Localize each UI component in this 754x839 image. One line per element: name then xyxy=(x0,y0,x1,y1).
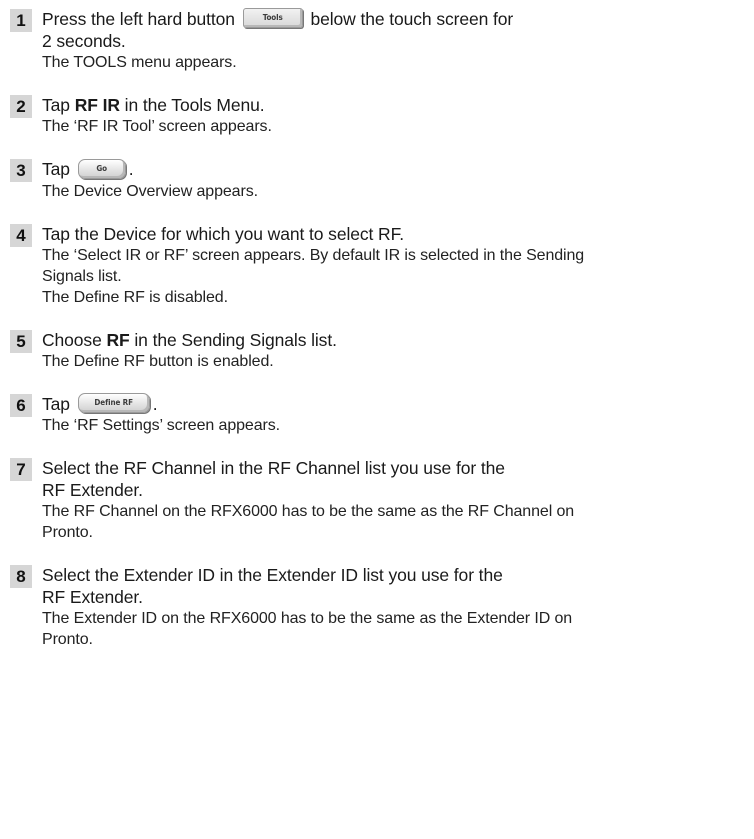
step-5: 5 Choose RF in the Sending Signals list.… xyxy=(10,329,750,372)
instruction-text: 2 seconds. xyxy=(42,31,126,52)
step-2: 2 Tap RF IR in the Tools Menu. The ‘RF I… xyxy=(10,94,750,137)
instruction-text: . xyxy=(128,159,134,180)
step-number: 3 xyxy=(10,159,32,183)
step-result: The ‘Select IR or RF’ screen appears. By… xyxy=(42,245,750,308)
step-instruction: Tap RF IR in the Tools Menu. xyxy=(42,94,750,116)
step-result: The Device Overview appears. xyxy=(42,182,258,200)
steps-list: 1 Press the left hard button Tools below… xyxy=(10,8,750,671)
instruction-text: Choose xyxy=(42,329,102,350)
step-7: 7 Select the RF Channel in the RF Channe… xyxy=(10,457,750,543)
instruction-text: below the touch screen for xyxy=(310,9,514,29)
instruction-text: Select the RF Channel in the RF Channel … xyxy=(42,458,505,479)
step-number: 7 xyxy=(10,458,32,482)
step-number: 2 xyxy=(10,95,32,119)
step-result: The ‘RF IR Tool’ screen appears. xyxy=(42,118,272,136)
step-instruction: Tap the Device for which you want to sel… xyxy=(42,223,404,244)
instruction-text: . xyxy=(152,393,158,414)
instruction-text: Tap xyxy=(42,393,70,414)
step-number: 6 xyxy=(10,393,32,417)
step-instruction: Tap Go. xyxy=(42,158,750,180)
step-4: 4 Tap the Device for which you want to s… xyxy=(10,223,750,308)
instruction-text: RF Extender. xyxy=(42,587,143,608)
result-text: The Define RF is disabled. xyxy=(42,288,228,306)
go-button-icon: Go xyxy=(77,158,126,179)
step-result: The Extender ID on the RFX6000 has to be… xyxy=(42,608,750,650)
instruction-text: in the Sending Signals list. xyxy=(134,329,337,350)
instruction-emphasis: RF xyxy=(106,329,130,350)
step-instruction: Tap Define RF. xyxy=(42,393,750,415)
step-number: 4 xyxy=(10,223,32,247)
step-number: 1 xyxy=(10,9,32,32)
result-text: The Extender ID on the RFX6000 has to be… xyxy=(42,610,573,628)
result-text: The RF Channel on the RFX6000 has to be … xyxy=(42,503,575,521)
instruction-text: RF Extender. xyxy=(42,480,143,501)
result-text: Signals list. xyxy=(42,267,122,285)
instruction-text: Select the Extender ID in the Extender I… xyxy=(42,565,503,586)
step-instruction: Choose RF in the Sending Signals list. xyxy=(42,329,750,351)
result-text: Pronto. xyxy=(42,631,93,649)
step-result: The ‘RF Settings’ screen appears. xyxy=(42,417,280,435)
step-instruction: Press the left hard button Tools below t… xyxy=(42,8,750,52)
step-instruction: Select the Extender ID in the Extender I… xyxy=(42,564,750,608)
step-8: 8 Select the Extender ID in the Extender… xyxy=(10,564,750,650)
step-number: 8 xyxy=(10,565,32,589)
instruction-text: Press the left hard button xyxy=(42,9,235,29)
step-instruction: Select the RF Channel in the RF Channel … xyxy=(42,457,750,501)
instruction-text: in the Tools Menu. xyxy=(124,95,265,116)
instruction-text: Tap xyxy=(42,159,70,180)
step-6: 6 Tap Define RF. The ‘RF Settings’ scree… xyxy=(10,393,750,436)
step-result: The RF Channel on the RFX6000 has to be … xyxy=(42,501,750,543)
define-rf-button-icon: Define RF xyxy=(77,393,150,414)
step-result: The Define RF button is enabled. xyxy=(42,352,274,370)
step-1: 1 Press the left hard button Tools below… xyxy=(10,8,750,73)
instruction-text: Tap xyxy=(42,95,70,116)
result-text: Pronto. xyxy=(42,524,93,542)
tools-button-icon: Tools xyxy=(242,8,303,29)
step-result: The TOOLS menu appears. xyxy=(42,54,237,72)
instruction-emphasis: RF IR xyxy=(74,95,120,116)
step-number: 5 xyxy=(10,329,32,353)
result-text: The ‘Select IR or RF’ screen appears. By… xyxy=(42,246,585,264)
step-3: 3 Tap Go. The Device Overview appears. xyxy=(10,158,750,201)
